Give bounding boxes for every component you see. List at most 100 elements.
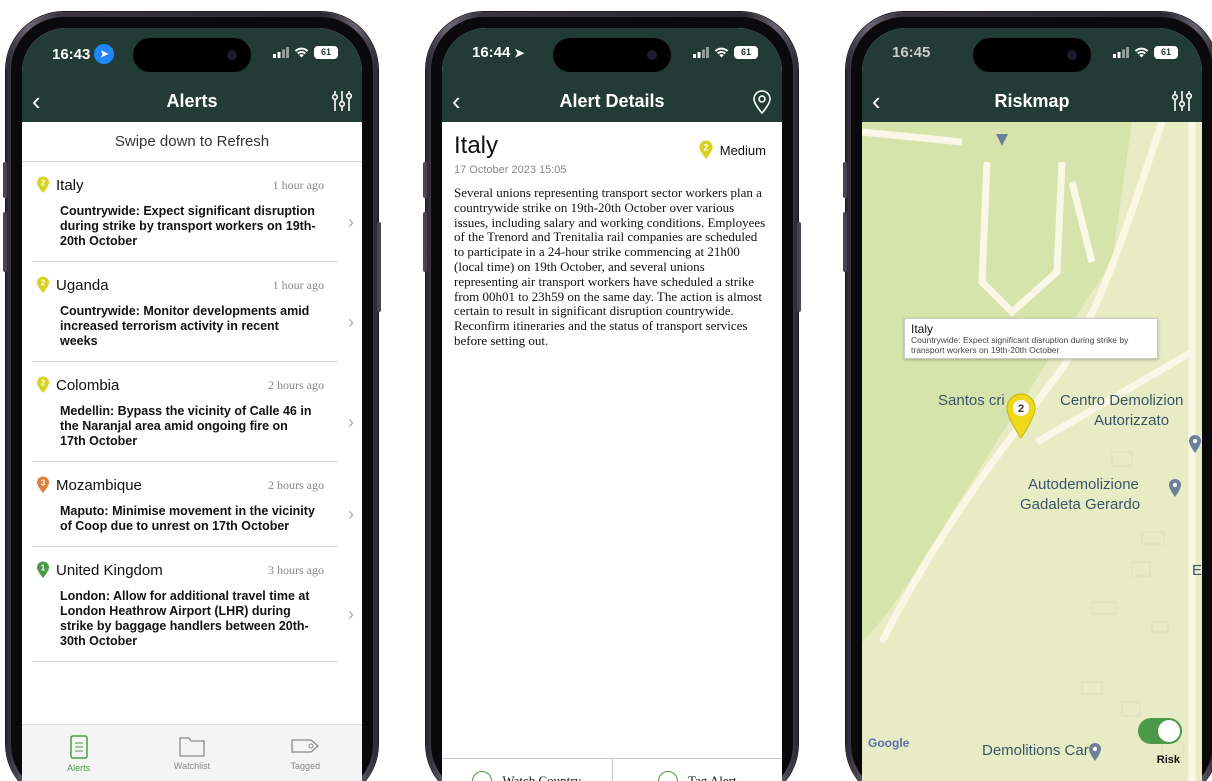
alert-country: United Kingdom xyxy=(56,561,163,579)
callout-title: Italy xyxy=(911,322,934,336)
alert-country: Italy xyxy=(56,176,84,194)
map-label: Demolitions Car xyxy=(982,742,1089,759)
chevron-right-icon: › xyxy=(348,411,354,432)
tab-tagged[interactable]: Tagged xyxy=(249,725,362,781)
callout-text: Countrywide: Expect significant disrupti… xyxy=(911,335,1129,355)
folder-icon xyxy=(179,737,205,757)
svg-text:3: 3 xyxy=(41,479,46,488)
dynamic-island xyxy=(133,38,251,72)
svg-text:2: 2 xyxy=(41,179,46,188)
battery-icon: 61 xyxy=(314,46,338,59)
risk-pin-icon: 2 xyxy=(699,140,713,159)
alert-time: 2 hours ago xyxy=(268,377,324,392)
svg-text:2: 2 xyxy=(1018,403,1024,415)
map-label: Gadaleta Gerardo xyxy=(1020,496,1141,513)
alert-item-mozambique[interactable]: 3 Mozambique 2 hours ago Maputo: Minimis… xyxy=(32,462,354,547)
risk-pin-icon: 2 xyxy=(37,276,49,293)
map-callout[interactable]: Italy Countrywide: Expect significant di… xyxy=(904,318,1158,359)
nav-bar: ‹ Alerts xyxy=(22,82,362,122)
detail-body: Several unions representing transport se… xyxy=(454,185,766,348)
radio-circle-icon xyxy=(472,770,493,781)
location-icon: ➤ xyxy=(94,44,115,64)
risk-pin-icon: 1 xyxy=(37,561,49,578)
tab-bar: Alerts Watchlist Tagged xyxy=(22,724,362,781)
wifi-icon xyxy=(294,47,309,58)
google-logo: Google xyxy=(868,736,910,750)
severity-badge: 2 Medium xyxy=(698,140,766,160)
risk-toggle-label: Risk xyxy=(1156,754,1180,766)
wifi-icon xyxy=(714,47,729,58)
signal-icon xyxy=(693,47,709,58)
alert-time: 1 hour ago xyxy=(272,277,324,292)
risk-toggle[interactable] xyxy=(1138,718,1182,744)
chevron-right-icon: › xyxy=(348,604,354,624)
phone-alerts: 16:43 ➤ 61 ‹ Alerts Swipe down to Refres… xyxy=(3,12,381,781)
alert-item-colombia[interactable]: 2 Colombia 2 hours ago Medellin: Bypass … xyxy=(32,362,354,462)
watch-country-toggle[interactable]: Watch Country xyxy=(442,759,612,781)
page-title: Riskmap xyxy=(994,91,1070,111)
alerts-screen: 16:43 ➤ 61 ‹ Alerts Swipe down to Refres… xyxy=(22,28,362,781)
wifi-icon xyxy=(1134,47,1149,58)
svg-text:1: 1 xyxy=(41,564,46,573)
alert-country: Colombia xyxy=(56,376,120,394)
alert-desc: Countrywide: Monitor developments amid i… xyxy=(60,304,310,348)
status-time: 16:44 xyxy=(472,44,511,61)
page-title: Alert Details xyxy=(559,91,665,111)
alert-list: 2 Italy 1 hour ago Countrywide: Expect s… xyxy=(22,162,362,724)
detail-country: Italy xyxy=(454,132,499,159)
alert-item-uganda[interactable]: 2 Uganda 1 hour ago Countrywide: Monitor… xyxy=(32,262,354,362)
map-label: Santos cri xyxy=(938,392,1005,409)
filter-icon[interactable] xyxy=(331,90,353,117)
chevron-right-icon: › xyxy=(348,504,354,524)
poi-pin-icon xyxy=(1189,435,1201,453)
risk-pin-icon: 3 xyxy=(37,476,49,493)
risk-pin-icon: 2 xyxy=(37,376,49,393)
poi-pin-icon xyxy=(1089,743,1101,761)
status-time: 16:45 xyxy=(892,44,931,61)
alert-desc: Maputo: Minimise movement in the vicinit… xyxy=(60,504,315,533)
poi-pin-icon xyxy=(1169,479,1181,497)
nav-bar: ‹ Riskmap xyxy=(862,82,1202,122)
nav-bar: ‹ Alert Details xyxy=(442,82,782,122)
phone-riskmap: 16:45 61 ‹ Riskmap Italy Countrywide: Ex… xyxy=(843,12,1212,781)
details-screen: 16:44 ➤ 61 ‹ Alert Details Italy 17 Octo… xyxy=(442,28,782,781)
status-bar: 16:43 ➤ 61 xyxy=(22,28,362,82)
svg-text:2: 2 xyxy=(703,143,708,153)
tab-alerts[interactable]: Alerts xyxy=(22,725,135,781)
svg-text:2: 2 xyxy=(41,379,46,388)
risk-marker-icon[interactable]: 2 xyxy=(1005,392,1037,440)
severity-label: Medium xyxy=(719,142,766,158)
map-label: Centro Demolizion xyxy=(1060,392,1184,409)
page-title: Alerts xyxy=(166,91,218,111)
alert-time: 2 hours ago xyxy=(268,477,324,492)
battery-icon: 61 xyxy=(734,46,758,59)
alert-item-united-kingdom[interactable]: 1 United Kingdom 3 hours ago London: All… xyxy=(32,547,354,662)
map-pin-icon[interactable] xyxy=(752,90,772,119)
chevron-right-icon: › xyxy=(348,211,354,232)
alert-time: 1 hour ago xyxy=(272,177,324,192)
alert-country: Mozambique xyxy=(56,476,142,494)
filter-icon[interactable] xyxy=(1171,90,1193,117)
map-label: Autodemolizione xyxy=(1028,476,1139,493)
risk-pin-icon: 2 xyxy=(37,176,49,193)
map-label: Autorizzato xyxy=(1094,412,1170,429)
signal-icon xyxy=(273,47,289,58)
tag-icon xyxy=(291,739,320,753)
detail-date: 17 October 2023 15:05 xyxy=(454,164,567,176)
detail-actions: Watch Country Tag Alert xyxy=(442,758,782,781)
battery-icon: 61 xyxy=(1154,46,1178,59)
tag-alert-toggle[interactable]: Tag Alert xyxy=(611,759,783,781)
document-icon xyxy=(69,735,88,759)
dynamic-island xyxy=(553,38,671,72)
tab-watchlist[interactable]: Watchlist xyxy=(135,725,248,781)
location-arrow-icon: ➤ xyxy=(514,45,525,60)
alert-desc: Countrywide: Expect significant disrupti… xyxy=(60,204,316,248)
risk-map[interactable]: Italy Countrywide: Expect significant di… xyxy=(862,122,1202,781)
alert-item-italy[interactable]: 2 Italy 1 hour ago Countrywide: Expect s… xyxy=(32,162,354,262)
alert-desc: London: Allow for additional travel time… xyxy=(60,589,310,648)
dynamic-island xyxy=(973,38,1091,72)
radio-circle-icon xyxy=(657,770,678,781)
riskmap-screen: 16:45 61 ‹ Riskmap Italy Countrywide: Ex… xyxy=(862,28,1202,781)
refresh-hint: Swipe down to Refresh xyxy=(22,122,362,162)
map-roads xyxy=(862,122,1196,781)
